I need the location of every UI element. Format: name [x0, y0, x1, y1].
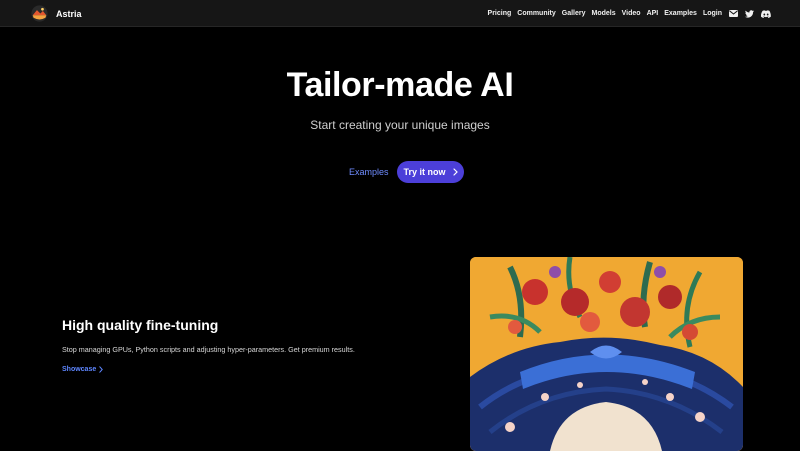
- nav-link-pricing[interactable]: Pricing: [488, 10, 512, 17]
- discord-icon[interactable]: [761, 9, 771, 18]
- showcase-label: Showcase: [62, 366, 97, 373]
- try-it-now-button[interactable]: Try it now: [397, 161, 464, 183]
- try-it-now-label: Try it now: [403, 167, 446, 177]
- portrait-illustration: [470, 257, 743, 451]
- feature-title: High quality fine-tuning: [62, 317, 219, 333]
- nav-links: Pricing Community Gallery Models Video A…: [482, 0, 771, 27]
- nav-link-community[interactable]: Community: [517, 10, 556, 17]
- chevron-right-icon: [99, 366, 104, 373]
- examples-link[interactable]: Examples: [349, 167, 389, 177]
- feature-description: Stop managing GPUs, Python scripts and a…: [62, 345, 355, 354]
- twitter-icon[interactable]: [745, 9, 754, 18]
- nav-link-video[interactable]: Video: [622, 10, 641, 17]
- astria-logo-icon: [31, 5, 48, 22]
- hero-subtitle: Start creating your unique images: [310, 118, 490, 132]
- hero-title: Tailor-made AI: [286, 66, 514, 104]
- chevron-right-icon: [452, 168, 458, 176]
- nav-link-gallery[interactable]: Gallery: [562, 10, 586, 17]
- showcase-artwork: [470, 257, 743, 451]
- showcase-link[interactable]: Showcase: [62, 366, 104, 373]
- nav-link-examples[interactable]: Examples: [664, 10, 697, 17]
- mail-icon[interactable]: [729, 10, 738, 17]
- top-navbar: Astria Pricing Community Gallery Models …: [0, 0, 800, 27]
- nav-link-login[interactable]: Login: [703, 10, 722, 17]
- nav-link-api[interactable]: API: [647, 10, 659, 17]
- brand-name: Astria: [56, 8, 82, 19]
- nav-link-models[interactable]: Models: [592, 10, 616, 17]
- brand[interactable]: Astria: [31, 5, 82, 22]
